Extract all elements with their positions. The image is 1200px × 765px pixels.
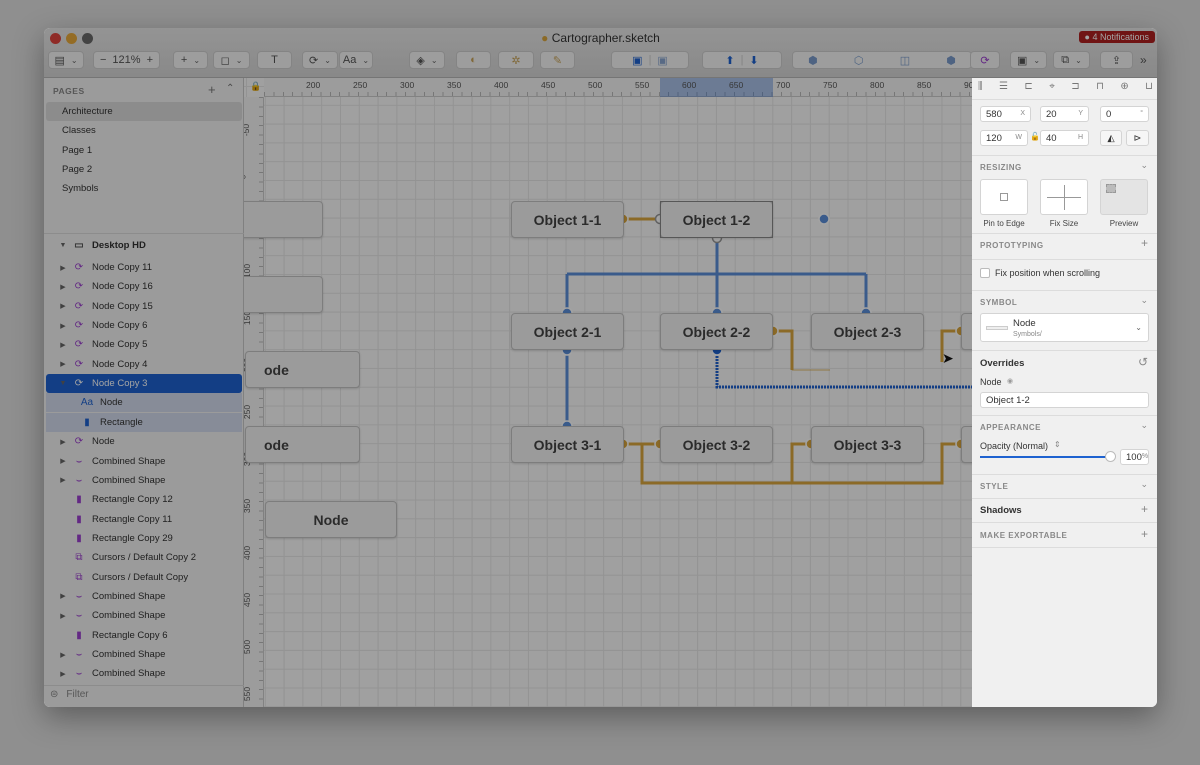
rotation-field[interactable]: 0 ° bbox=[1100, 106, 1149, 122]
dim-overlay bbox=[44, 28, 1157, 78]
fix-size-button[interactable] bbox=[1040, 179, 1088, 215]
align-top-icon[interactable]: ⊓ bbox=[1096, 81, 1104, 92]
pin-to-edge-label: Pin to Edge bbox=[983, 219, 1025, 228]
align-right-icon[interactable]: ⊐ bbox=[1071, 81, 1079, 92]
add-shadow-button[interactable]: + bbox=[1141, 502, 1148, 516]
dim-overlay bbox=[44, 78, 972, 707]
overrides-header: Overrides bbox=[980, 358, 1025, 369]
reset-overrides-icon[interactable]: ↺ bbox=[1138, 355, 1148, 369]
override-info-icon[interactable]: ◉ bbox=[1007, 377, 1013, 385]
align-toolbar: ⫼ ☰ ⊏ ⌖ ⊐ ⊓ ⊕ ⊔ bbox=[978, 81, 1153, 92]
inspector: ⫼ ☰ ⊏ ⌖ ⊐ ⊓ ⊕ ⊔ 580 X 20 Y 0 ° 120 W 🔓 40 H ◭ ⊳ RESI… bbox=[972, 78, 1157, 707]
opacity-label: Opacity (Normal) bbox=[980, 441, 1049, 451]
opacity-slider-thumb[interactable] bbox=[1105, 451, 1116, 462]
add-prototyping-button[interactable]: + bbox=[1141, 236, 1148, 250]
fix-position-label: Fix position when scrolling bbox=[995, 268, 1101, 278]
pin-to-edge-button[interactable] bbox=[980, 179, 1028, 215]
chevron-down-icon[interactable]: ⌄ bbox=[1140, 420, 1148, 431]
distribute-horizontal-icon[interactable]: ⫼ bbox=[978, 81, 983, 92]
chevron-down-icon: ⌄ bbox=[1135, 323, 1142, 332]
symbol-thumbnail bbox=[986, 326, 1008, 330]
prototyping-header: PROTOTYPING bbox=[980, 241, 1044, 250]
height-field[interactable]: 40 H bbox=[1040, 130, 1089, 146]
chevron-down-icon[interactable]: ⌄ bbox=[1140, 295, 1148, 306]
lock-ratio-icon[interactable]: 🔓 bbox=[1030, 132, 1040, 141]
align-middle-icon[interactable]: ⊕ bbox=[1120, 81, 1128, 92]
symbol-select[interactable]: Node Symbols/ ⌄ bbox=[980, 313, 1149, 342]
opacity-input[interactable]: 100% bbox=[1120, 449, 1149, 465]
blend-mode-stepper[interactable]: ⇕ bbox=[1054, 440, 1061, 449]
distribute-vertical-icon[interactable]: ☰ bbox=[999, 81, 1008, 92]
fix-size-label: Fix Size bbox=[1049, 219, 1079, 228]
shadows-header: Shadows bbox=[980, 505, 1022, 516]
appearance-header: APPEARANCE bbox=[980, 423, 1042, 432]
chevron-down-icon[interactable]: ⌄ bbox=[1140, 160, 1148, 171]
opacity-slider[interactable] bbox=[980, 456, 1110, 458]
chevron-down-icon[interactable]: ⌄ bbox=[1140, 479, 1148, 490]
resizing-preview bbox=[1100, 179, 1148, 215]
flip-horizontal-button[interactable]: ◭ bbox=[1100, 130, 1122, 146]
align-bottom-icon[interactable]: ⊔ bbox=[1145, 81, 1153, 92]
override-input[interactable]: Object 1-2 bbox=[980, 392, 1149, 408]
align-left-icon[interactable]: ⊏ bbox=[1024, 81, 1032, 92]
y-field[interactable]: 20 Y bbox=[1040, 106, 1089, 122]
x-field[interactable]: 580 X bbox=[980, 106, 1031, 122]
style-header: STYLE bbox=[980, 482, 1009, 491]
align-center-icon[interactable]: ⌖ bbox=[1049, 81, 1055, 92]
make-exportable-header: MAKE EXPORTABLE bbox=[980, 531, 1068, 540]
add-export-button[interactable]: + bbox=[1141, 527, 1148, 541]
width-field[interactable]: 120 W bbox=[980, 130, 1028, 146]
fix-position-checkbox[interactable] bbox=[980, 268, 990, 278]
flip-vertical-button[interactable]: ⊳ bbox=[1126, 130, 1149, 146]
preview-label: Preview bbox=[1109, 219, 1139, 228]
app-window: ● Cartographer.sketch ● 4 Notifications … bbox=[44, 28, 1157, 707]
symbol-header: SYMBOL bbox=[980, 298, 1018, 307]
override-label: Node bbox=[980, 377, 1002, 387]
resizing-header: RESIZING bbox=[980, 163, 1022, 172]
